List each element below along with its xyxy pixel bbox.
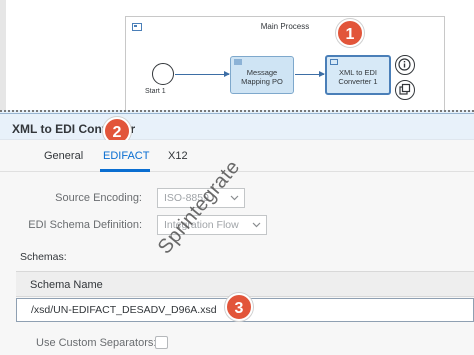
start-event[interactable] <box>152 63 174 85</box>
task-label-line2: Mapping PO <box>241 77 283 86</box>
callout-badge-1: 1 <box>336 19 364 47</box>
flow-arrow[interactable] <box>295 71 325 77</box>
task-label-line1: Message <box>246 68 278 77</box>
custom-separators-checkbox[interactable] <box>155 336 168 349</box>
process-canvas: Main Process Start 1 Message Mapping PO … <box>0 0 474 112</box>
task-label-line1: XML to EDI <box>338 68 378 77</box>
info-button[interactable] <box>395 55 415 75</box>
schemas-label: Schemas: <box>20 251 67 263</box>
task-message-mapping[interactable]: Message Mapping PO <box>230 56 294 94</box>
tab-general[interactable]: General <box>44 150 83 162</box>
canvas-edge <box>0 0 6 110</box>
task-label-line2: Converter 1 <box>338 77 378 86</box>
schema-name-cell: /xsd/UN-EDIFACT_DESADV_D96A.xsd <box>31 304 217 316</box>
mapping-icon <box>234 59 242 65</box>
edi-schema-definition-label: EDI Schema Definition: <box>28 219 142 231</box>
pool-title: Main Process <box>260 22 310 31</box>
flow-arrow[interactable] <box>175 71 230 77</box>
source-encoding-label: Source Encoding: <box>55 192 142 204</box>
converter-icon <box>330 59 338 65</box>
callout-badge-3: 3 <box>225 293 253 321</box>
schemas-table-header: Schema Name <box>16 271 474 297</box>
row-selector[interactable] <box>17 299 29 321</box>
properties-header: XML to EDI Converter <box>0 114 474 140</box>
chevron-down-icon <box>252 222 261 228</box>
start-event-label: Start 1 <box>145 88 166 95</box>
chevron-down-icon <box>230 195 239 201</box>
tab-x12[interactable]: X12 <box>168 150 188 162</box>
copy-icon <box>399 83 411 95</box>
task-xml-to-edi-converter[interactable]: XML to EDI Converter 1 <box>325 55 391 95</box>
copy-button[interactable] <box>395 80 415 100</box>
tab-edifact[interactable]: EDIFACT <box>103 150 149 162</box>
column-header-schema-name[interactable]: Schema Name <box>30 279 103 291</box>
info-icon <box>398 58 411 71</box>
custom-separators-label: Use Custom Separators: <box>36 337 157 349</box>
